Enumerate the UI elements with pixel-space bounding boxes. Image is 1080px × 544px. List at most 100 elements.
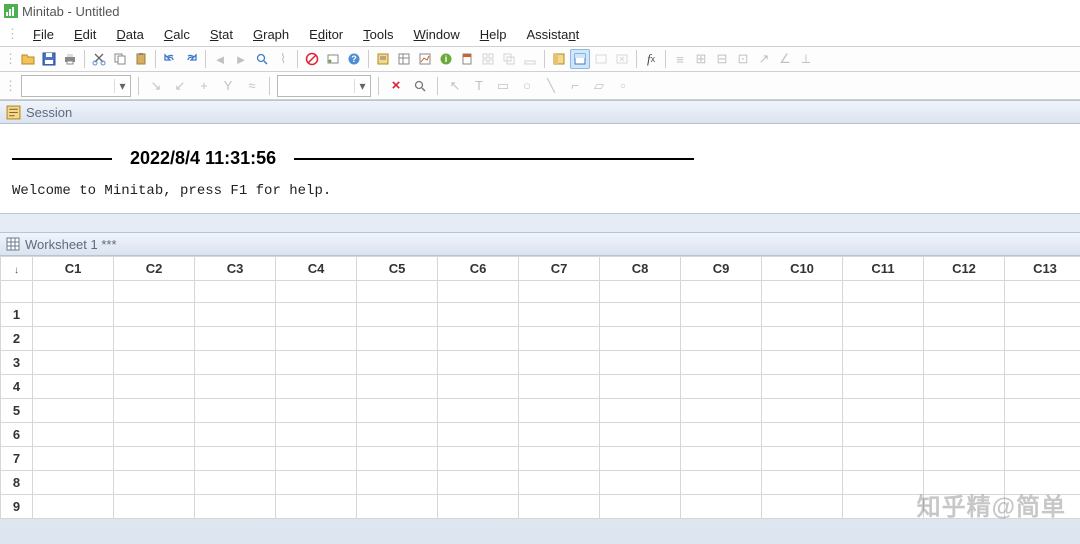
cell[interactable]	[33, 423, 114, 447]
show-graph-button[interactable]	[415, 49, 435, 69]
cell[interactable]	[600, 351, 681, 375]
cell[interactable]	[357, 423, 438, 447]
print-button[interactable]	[60, 49, 80, 69]
cell[interactable]	[762, 303, 843, 327]
cell[interactable]	[357, 495, 438, 519]
cell[interactable]	[843, 399, 924, 423]
cell[interactable]	[195, 351, 276, 375]
cell[interactable]	[114, 303, 195, 327]
stat-icon-7[interactable]: ⟂	[796, 49, 816, 69]
zoom-button[interactable]	[410, 76, 430, 96]
cell[interactable]	[600, 447, 681, 471]
copy-button[interactable]	[110, 49, 130, 69]
variable-combo[interactable]: ▾	[21, 75, 131, 97]
cell[interactable]	[114, 471, 195, 495]
nav-back-button[interactable]: ◄	[210, 49, 230, 69]
menu-assistant[interactable]: Assistant	[516, 25, 589, 44]
cell[interactable]	[681, 423, 762, 447]
cell[interactable]	[762, 327, 843, 351]
row-header[interactable]: 9	[1, 495, 33, 519]
cell[interactable]	[924, 375, 1005, 399]
cell[interactable]	[438, 399, 519, 423]
y-button[interactable]: Y	[218, 76, 238, 96]
cell[interactable]	[843, 447, 924, 471]
cell[interactable]	[681, 303, 762, 327]
cell[interactable]	[195, 375, 276, 399]
menu-file[interactable]: File	[23, 25, 64, 44]
cell[interactable]	[843, 423, 924, 447]
menu-calc[interactable]: Calc	[154, 25, 200, 44]
col-name-cell[interactable]	[276, 281, 357, 303]
hide-button[interactable]	[591, 49, 611, 69]
cell[interactable]	[276, 423, 357, 447]
cell[interactable]	[438, 447, 519, 471]
col-header[interactable]: C1	[33, 257, 114, 281]
col-header[interactable]: C2	[114, 257, 195, 281]
col-name-cell[interactable]	[924, 281, 1005, 303]
cell[interactable]	[762, 423, 843, 447]
col-header[interactable]: C8	[600, 257, 681, 281]
col-name-cell[interactable]	[195, 281, 276, 303]
col-name-cell[interactable]	[762, 281, 843, 303]
cell[interactable]	[681, 471, 762, 495]
cell[interactable]	[924, 447, 1005, 471]
minimize-all-button[interactable]	[520, 49, 540, 69]
show-info-button[interactable]: i	[436, 49, 456, 69]
cell[interactable]	[600, 423, 681, 447]
marker-button[interactable]: ▫	[613, 76, 633, 96]
cell[interactable]	[276, 399, 357, 423]
find-button[interactable]	[252, 49, 272, 69]
worksheet-grid[interactable]: ↓ C1C2C3C4C5C6C7C8C9C10C11C12C13 1234567…	[0, 256, 1080, 519]
col-header[interactable]: C5	[357, 257, 438, 281]
menu-window[interactable]: Window	[403, 25, 469, 44]
pointer-button[interactable]: ↖	[445, 76, 465, 96]
project-manager-button[interactable]	[549, 49, 569, 69]
rect-button[interactable]: ▭	[493, 76, 513, 96]
stat-icon-3[interactable]: ⊟	[712, 49, 732, 69]
cell[interactable]	[438, 303, 519, 327]
line-button[interactable]: ╲	[541, 76, 561, 96]
cell[interactable]	[276, 495, 357, 519]
cell[interactable]	[681, 327, 762, 351]
cell[interactable]	[519, 471, 600, 495]
cell[interactable]	[438, 375, 519, 399]
undo-button[interactable]	[160, 49, 180, 69]
close-pane-button[interactable]	[612, 49, 632, 69]
stat-icon-4[interactable]: ⊡	[733, 49, 753, 69]
cell[interactable]	[843, 351, 924, 375]
cell[interactable]	[600, 495, 681, 519]
col-name-cell[interactable]	[681, 281, 762, 303]
cell[interactable]	[438, 423, 519, 447]
polyline-button[interactable]: ⌐	[565, 76, 585, 96]
menu-editor[interactable]: Editor	[299, 25, 353, 44]
cell[interactable]	[276, 471, 357, 495]
polygon-button[interactable]: ▱	[589, 76, 609, 96]
col-header[interactable]: C10	[762, 257, 843, 281]
cell[interactable]	[600, 375, 681, 399]
row-header[interactable]: 1	[1, 303, 33, 327]
cell[interactable]	[681, 399, 762, 423]
col-name-cell[interactable]	[357, 281, 438, 303]
stat-icon-2[interactable]: ⊞	[691, 49, 711, 69]
plot-point-button[interactable]: ↙	[170, 76, 190, 96]
cell[interactable]	[600, 471, 681, 495]
cell[interactable]	[276, 447, 357, 471]
menu-help[interactable]: Help	[470, 25, 517, 44]
row-header[interactable]: 2	[1, 327, 33, 351]
cell[interactable]	[762, 495, 843, 519]
cell[interactable]	[519, 327, 600, 351]
stat-icon-6[interactable]: ∠	[775, 49, 795, 69]
session-panel-header[interactable]: Session	[0, 100, 1080, 124]
row-header[interactable]: 4	[1, 375, 33, 399]
cell[interactable]	[843, 471, 924, 495]
cell[interactable]	[600, 327, 681, 351]
cell[interactable]	[519, 303, 600, 327]
col-header[interactable]: C11	[843, 257, 924, 281]
cell[interactable]	[357, 327, 438, 351]
cell[interactable]	[1005, 303, 1080, 327]
row-header[interactable]: 3	[1, 351, 33, 375]
circle-button[interactable]: ○	[517, 76, 537, 96]
col-header[interactable]: C9	[681, 257, 762, 281]
equal-button[interactable]: ≈	[242, 76, 262, 96]
worksheet-panel-header[interactable]: Worksheet 1 ***	[0, 232, 1080, 256]
